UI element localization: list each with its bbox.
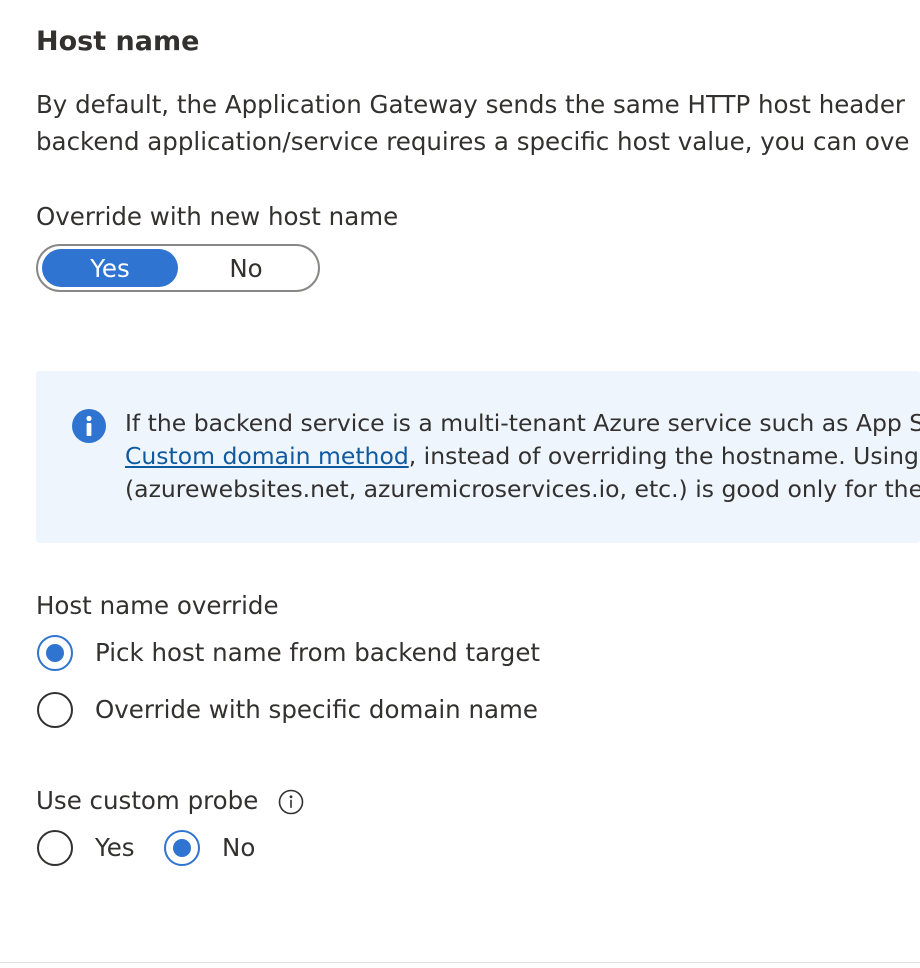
description-line: backend application/service requires a s…: [36, 127, 910, 156]
radio-probe-no[interactable]: No: [164, 830, 255, 866]
radio-button-checked[interactable]: [164, 830, 200, 866]
override-hostname-label: Override with new host name: [36, 202, 399, 231]
radio-pick-from-backend[interactable]: Pick host name from backend target: [37, 635, 540, 671]
info-icon: [72, 409, 106, 443]
info-circle-icon[interactable]: [278, 789, 304, 815]
info-line-2-text: , instead of overriding the hostname. Us…: [408, 442, 919, 470]
info-line-2: Custom domain method, instead of overrid…: [125, 440, 920, 473]
custom-probe-label: Use custom probe: [36, 786, 259, 815]
override-hostname-toggle[interactable]: Yes No: [36, 244, 320, 292]
radio-label: Override with specific domain name: [95, 695, 538, 724]
section-title: Host name: [36, 26, 200, 57]
description-line: By default, the Application Gateway send…: [36, 90, 906, 119]
radio-label: Yes: [95, 833, 135, 862]
radio-button-unchecked[interactable]: [37, 692, 73, 728]
info-line-1: If the backend service is a multi-tenant…: [125, 409, 920, 437]
section-description: By default, the Application Gateway send…: [36, 86, 909, 160]
custom-domain-link[interactable]: Custom domain method: [125, 442, 409, 470]
radio-override-domain[interactable]: Override with specific domain name: [37, 692, 538, 728]
toggle-no-option[interactable]: No: [178, 249, 314, 287]
toggle-yes-option[interactable]: Yes: [42, 249, 178, 287]
radio-button-checked[interactable]: [37, 635, 73, 671]
custom-probe-label-row: Use custom probe: [36, 784, 304, 818]
host-name-override-label: Host name override: [36, 591, 279, 620]
divider: [0, 962, 920, 963]
info-line-3: (azurewebsites.net, azuremicroservices.i…: [125, 475, 920, 503]
radio-label: Pick host name from backend target: [95, 638, 541, 667]
radio-dot: [46, 644, 64, 662]
info-box: If the backend service is a multi-tenant…: [36, 371, 920, 543]
radio-probe-yes[interactable]: Yes: [37, 830, 135, 866]
radio-dot: [173, 839, 191, 857]
radio-button-unchecked[interactable]: [37, 830, 73, 866]
radio-label: No: [222, 833, 256, 862]
info-message: If the backend service is a multi-tenant…: [125, 407, 920, 506]
